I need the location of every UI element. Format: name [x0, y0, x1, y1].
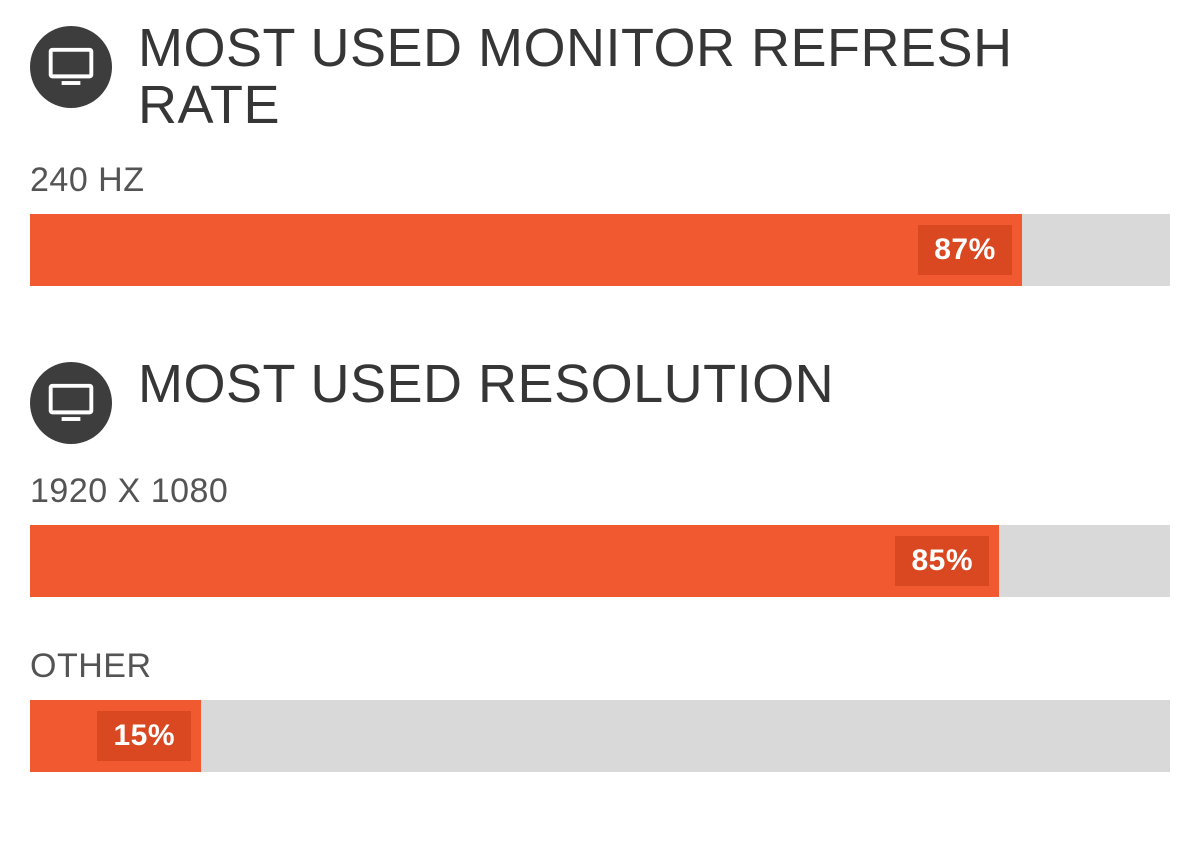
section-resolution: MOST USED RESOLUTION 1920 X 1080 85% OTH… [30, 356, 1170, 772]
bar-value: 85% [895, 536, 989, 586]
bar-fill: 87% [30, 214, 1022, 286]
section-title: MOST USED RESOLUTION [138, 356, 834, 413]
monitor-icon [30, 362, 112, 444]
bar-track: 87% [30, 214, 1170, 286]
section-header: MOST USED MONITOR REFRESH RATE [30, 20, 1170, 133]
section-title: MOST USED MONITOR REFRESH RATE [138, 20, 1170, 133]
section-refresh-rate: MOST USED MONITOR REFRESH RATE 240 HZ 87… [30, 20, 1170, 286]
bar-label: OTHER [30, 647, 1170, 686]
bar-label: 240 HZ [30, 161, 1170, 200]
bar-label: 1920 X 1080 [30, 472, 1170, 511]
bar-value: 15% [97, 711, 191, 761]
bar-block-240hz: 240 HZ 87% [30, 161, 1170, 286]
bar-block-other: OTHER 15% [30, 647, 1170, 772]
bar-fill: 85% [30, 525, 999, 597]
bar-track: 15% [30, 700, 1170, 772]
bar-track: 85% [30, 525, 1170, 597]
bar-value: 87% [918, 225, 1012, 275]
monitor-icon [30, 26, 112, 108]
section-header: MOST USED RESOLUTION [30, 356, 1170, 444]
bar-fill: 15% [30, 700, 201, 772]
bar-block-1920x1080: 1920 X 1080 85% [30, 472, 1170, 597]
